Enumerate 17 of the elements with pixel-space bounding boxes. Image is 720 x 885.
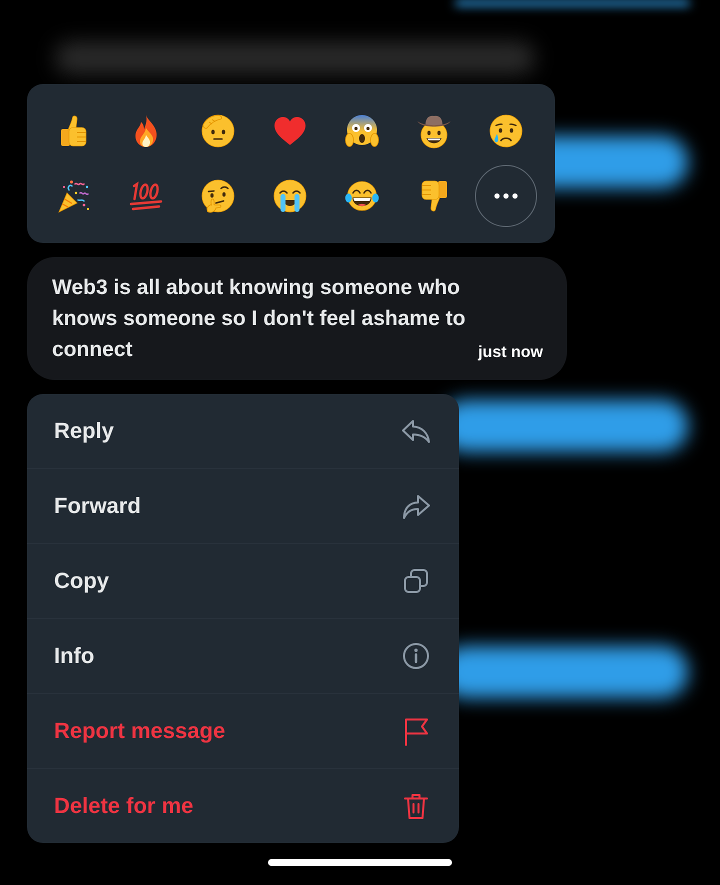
menu-item[interactable]: Delete for me (27, 768, 459, 843)
thinking-face-icon[interactable] (200, 178, 236, 214)
party-popper-icon[interactable] (56, 178, 92, 214)
crying-face-icon[interactable] (488, 112, 524, 148)
sobbing-face-icon[interactable] (272, 178, 308, 214)
menu-item[interactable]: Forward (27, 468, 459, 543)
menu-item[interactable]: Reply (27, 394, 459, 468)
menu-item[interactable]: Info (27, 618, 459, 693)
menu-item[interactable]: Report message (27, 693, 459, 768)
info-icon (400, 640, 432, 672)
saluting-face-icon[interactable] (200, 112, 236, 148)
menu-item[interactable]: Copy (27, 543, 459, 618)
message-time: just now (478, 343, 543, 363)
ellipsis-icon (494, 192, 518, 198)
message-text: Web3 is all about knowing someone who knows someone so I don't feel ashame to connect (52, 275, 466, 363)
more-reactions-button[interactable] (475, 164, 537, 226)
screaming-face-icon[interactable] (344, 112, 380, 148)
